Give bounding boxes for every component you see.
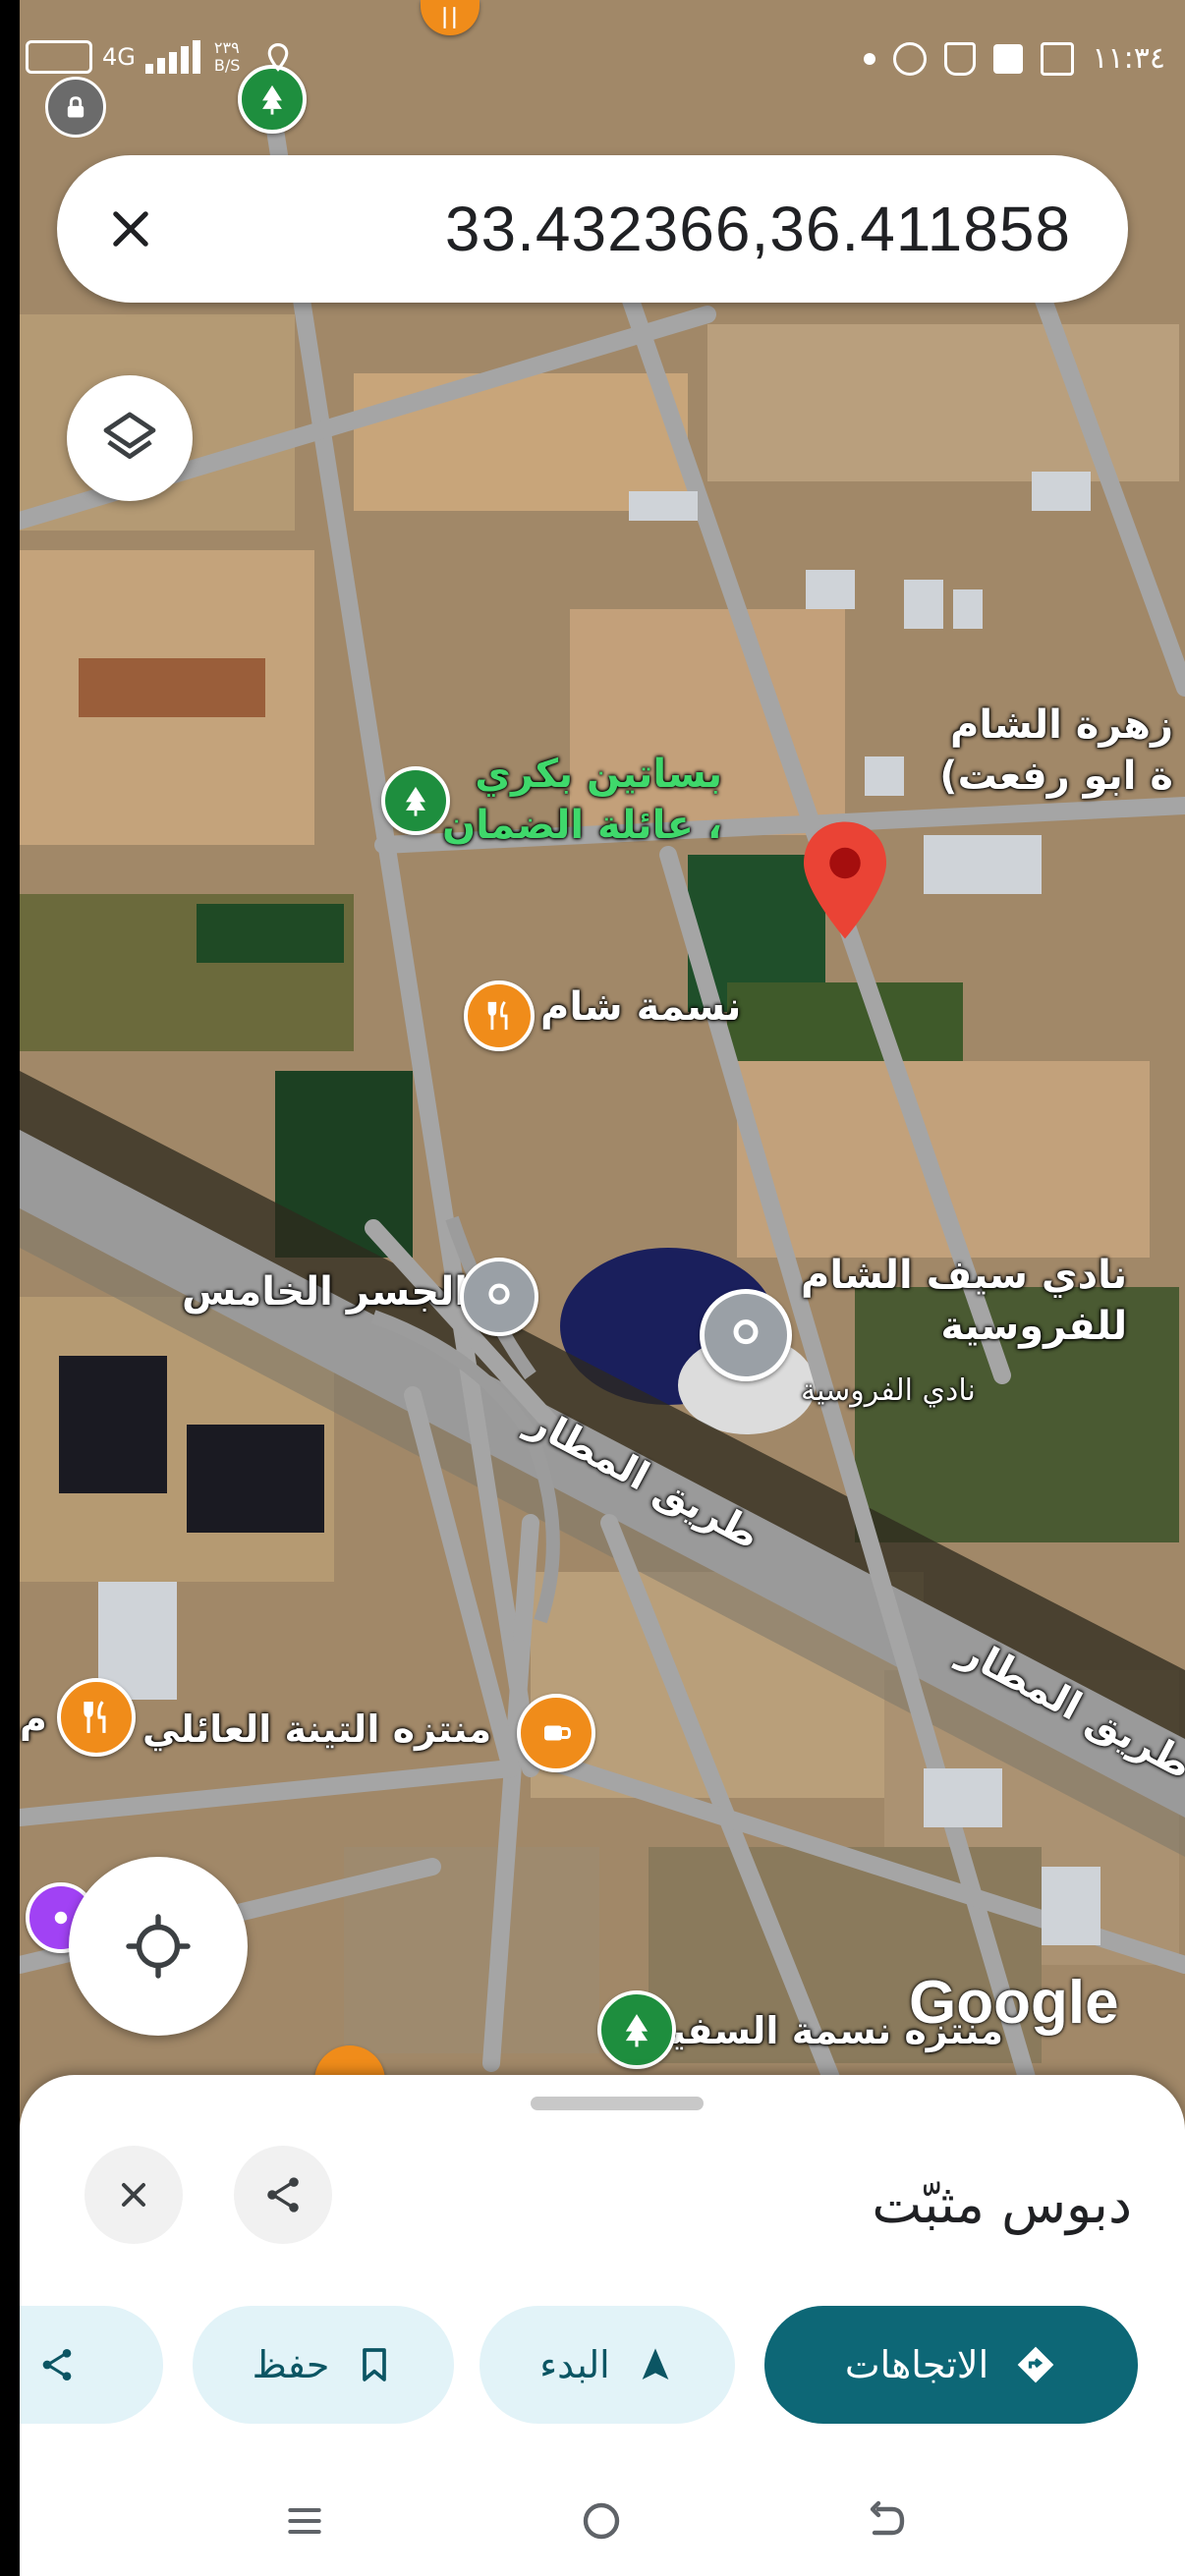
place-label-line1: بساتين بكري: [475, 752, 723, 797]
park-poi-basateen[interactable]: [381, 766, 450, 835]
share-button[interactable]: م: [20, 2306, 163, 2424]
save-label: حفظ: [252, 2343, 330, 2386]
tree-icon: [406, 786, 425, 816]
bookmark-icon: [363, 2348, 387, 2381]
restaurant-poi-nasmat-sham[interactable]: [464, 980, 535, 1051]
place-label-nadi: نادي سيف الشام للفروسية: [801, 1250, 1127, 1352]
start-label: البدء: [539, 2343, 610, 2386]
share-icon: [42, 2349, 72, 2380]
recents-icon: [288, 2507, 321, 2535]
place-label-nasmat-sham: نسمة شام: [540, 984, 742, 1030]
directions-icon: [1017, 2346, 1054, 2383]
cafe-poi[interactable]: [517, 1694, 595, 1772]
restaurant-poi-teena[interactable]: [57, 1678, 136, 1757]
back-arrow-icon: [870, 2500, 905, 2536]
chat-icon: [893, 41, 928, 76]
coffee-cup-icon: [544, 1725, 572, 1741]
recents-button[interactable]: [275, 2492, 334, 2550]
network-type-label: 4G: [102, 43, 136, 71]
share-header-button[interactable]: [234, 2146, 332, 2244]
lock-icon[interactable]: [45, 77, 106, 138]
directions-label: الاتجاهات: [844, 2343, 989, 2386]
clock-time: ١١:٣٤: [1092, 41, 1165, 76]
close-icon: [113, 211, 148, 247]
place-label-line2: للفروسية: [940, 1304, 1128, 1349]
close-icon: [122, 2183, 145, 2207]
clear-search-button[interactable]: [96, 195, 165, 263]
sheet-drag-handle[interactable]: [531, 2097, 704, 2110]
google-attribution: Google: [909, 1969, 1119, 2037]
pin-icon: [488, 1283, 510, 1305]
save-button[interactable]: حفظ: [193, 2306, 454, 2424]
search-bar[interactable]: 33.432366,36.411858: [57, 155, 1128, 303]
notification-dot-icon: [864, 52, 876, 65]
search-input[interactable]: 33.432366,36.411858: [445, 193, 1071, 265]
fork-knife-icon: [443, 7, 456, 28]
place-title: دبوس مثبّت: [872, 2173, 1132, 2235]
place-label-line2: ة ابو رفعت): [939, 754, 1173, 799]
close-sheet-button[interactable]: [85, 2146, 183, 2244]
location-icon: [267, 42, 289, 72]
fork-knife-icon: [84, 1701, 106, 1733]
layers-icon: [103, 412, 156, 460]
gallery-icon: [1041, 41, 1075, 76]
park-poi-safeer[interactable]: [597, 1990, 676, 2069]
place-bottom-sheet[interactable]: دبوس مثبّت الاتجاهات البدء حفظ م: [20, 2075, 1185, 2576]
place-label-basateen: بساتين بكري ، عائلة الضمان: [442, 749, 722, 851]
home-button[interactable]: [572, 2492, 631, 2550]
my-location-button[interactable]: [69, 1857, 248, 2036]
place-label-muntazah-teena: منتزه التينة العائلي: [142, 1708, 492, 1751]
navigation-arrow-icon: [642, 2348, 669, 2380]
start-button[interactable]: البدء: [480, 2306, 735, 2424]
back-button[interactable]: [857, 2492, 916, 2550]
data-speed-label: ٢٣٩ B/S: [213, 38, 241, 75]
place-label-line2: ، عائلة الضمان: [442, 803, 723, 848]
status-bar: 4G ٢٣٩ B/S ١١:٣٤: [20, 29, 1185, 98]
facebook-icon: [993, 43, 1024, 74]
landmark-poi-jisr[interactable]: [460, 1258, 538, 1336]
fork-knife-icon: [487, 1000, 508, 1031]
maps-app: زهرة الشام ة ابو رفعت) بساتين بكري ، عائ…: [20, 0, 1185, 2576]
directions-button[interactable]: الاتجاهات: [764, 2306, 1138, 2424]
signal-icon: [144, 40, 200, 74]
tree-icon: [625, 2014, 649, 2047]
landmark-poi-nadi[interactable]: [700, 1289, 792, 1381]
status-left-group: 4G ٢٣٩ B/S: [26, 39, 293, 75]
place-label-line1: نادي سيف الشام: [801, 1253, 1128, 1298]
share-icon: [267, 2177, 299, 2212]
place-label-edge: م: [20, 1698, 47, 1741]
status-right-group: ١١:٣٤: [864, 41, 1165, 76]
shield-icon: [944, 41, 977, 76]
pin-icon: [733, 1319, 759, 1345]
layers-button[interactable]: [67, 375, 193, 501]
place-label-zahrat-sham: زهرة الشام ة ابو رفعت): [939, 700, 1173, 802]
battery-icon: [26, 40, 92, 74]
crosshair-icon: [126, 1914, 191, 1979]
place-label-jisr-khamis: الجسر الخامس: [182, 1269, 468, 1315]
dropped-pin-icon[interactable]: [804, 821, 886, 939]
place-label-line1: زهرة الشام: [950, 702, 1173, 748]
home-circle-icon: [583, 2502, 620, 2540]
place-label-nadi-sub: نادي الفروسية: [801, 1373, 976, 1408]
system-nav-bar: [20, 2468, 1185, 2576]
